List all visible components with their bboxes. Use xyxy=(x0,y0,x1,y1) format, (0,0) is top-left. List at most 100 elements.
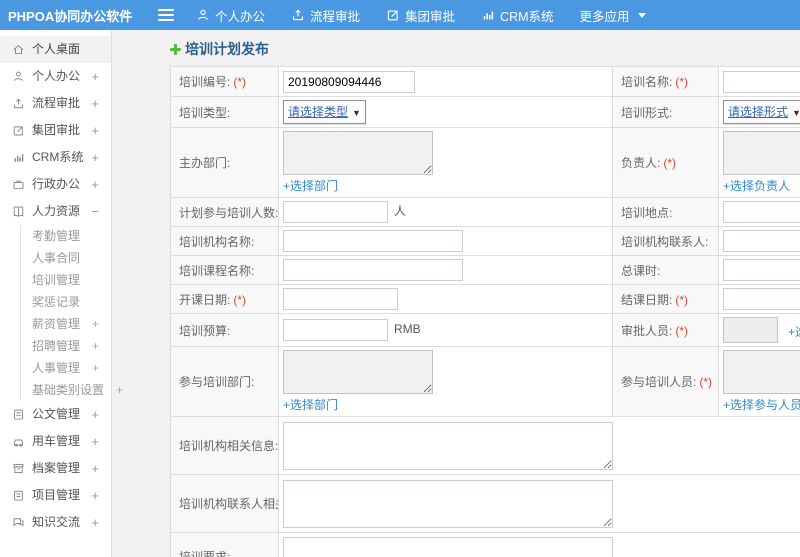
expand-toggle[interactable]: + xyxy=(91,117,99,144)
sidebar-item-personal-office[interactable]: 个人办公 + xyxy=(0,63,111,90)
nav-personal-office[interactable]: 个人办公 xyxy=(196,6,265,25)
clipboard-icon xyxy=(12,489,25,502)
select-leader-link[interactable]: +选择负责人 xyxy=(723,177,790,194)
field-label: 培训机构名称: xyxy=(170,226,279,256)
expand-toggle[interactable]: + xyxy=(91,455,99,482)
sidebar-item-project[interactable]: 项目管理 + xyxy=(0,482,111,509)
upload-icon xyxy=(291,8,305,22)
training-plan-form: 培训编号:(*) 培训名称:(*) 培训类型: 请选择类型▼ 培训形式: 请选择… xyxy=(170,66,800,557)
course-name-input[interactable] xyxy=(283,259,463,281)
org-contact-input[interactable] xyxy=(723,230,800,252)
expand-toggle[interactable]: + xyxy=(91,428,99,455)
top-navigation: 个人办公 流程审批 集团审批 CRM系统 更多应用 xyxy=(196,6,646,25)
field-label: 负责人: (*) xyxy=(612,127,719,198)
expand-toggle[interactable]: + xyxy=(91,144,99,171)
chart-icon xyxy=(12,151,25,164)
select-join-people-link[interactable]: +选择参与人员 xyxy=(723,396,800,413)
sidebar-subitem-recruit[interactable]: 招聘管理 + xyxy=(21,335,111,357)
sidebar-item-archive[interactable]: 档案管理 + xyxy=(0,455,111,482)
field-label: 总课时: xyxy=(612,255,719,285)
field-label: 培训预算: xyxy=(170,313,279,347)
sidebar-item-document[interactable]: 公文管理 + xyxy=(0,401,111,428)
budget-input[interactable] xyxy=(283,319,388,341)
nav-more-apps[interactable]: 更多应用 xyxy=(580,6,646,25)
sidebar-item-knowledge[interactable]: 知识交流 + xyxy=(0,509,111,536)
user-icon xyxy=(196,8,210,22)
expand-toggle[interactable]: + xyxy=(91,509,99,536)
org-contact-info-textarea[interactable] xyxy=(283,479,613,528)
book-icon xyxy=(12,205,25,218)
nav-group-approval[interactable]: 集团审批 xyxy=(386,6,455,25)
end-date-input[interactable] xyxy=(723,288,800,310)
home-icon xyxy=(12,43,25,56)
sidebar-item-group-approval[interactable]: 集团审批 + xyxy=(0,117,111,144)
training-name-input[interactable] xyxy=(723,70,800,93)
select-join-dept-link[interactable]: +选择部门 xyxy=(283,396,338,413)
sidebar-item-hr[interactable]: 人力资源 − xyxy=(0,198,111,225)
sidebar-subitem-attendance[interactable]: 考勤管理 xyxy=(21,225,111,247)
expand-toggle[interactable]: + xyxy=(91,90,99,117)
page-title: 培训计划发布 xyxy=(170,38,800,60)
approver-input[interactable] xyxy=(723,317,778,343)
field-label: 开课日期: (*) xyxy=(170,284,279,314)
start-date-input[interactable] xyxy=(283,288,398,310)
field-label: 培训形式: xyxy=(612,96,719,128)
field-label: 培训要求: xyxy=(170,532,279,557)
field-label: 培训编号: (*) xyxy=(170,66,279,97)
field-label: 主办部门: xyxy=(170,127,279,198)
field-label: 培训类型: xyxy=(170,96,279,128)
field-label: 结课日期: (*) xyxy=(612,284,719,314)
expand-toggle[interactable]: + xyxy=(91,482,99,509)
total-hours-input[interactable] xyxy=(723,259,800,281)
location-input[interactable] xyxy=(723,201,800,223)
sidebar-subitem-salary[interactable]: 薪资管理 + xyxy=(21,313,111,335)
select-dept-link[interactable]: +选择部门 xyxy=(283,177,338,194)
app-logo: PHPOA协同办公软件 xyxy=(8,8,133,24)
main-content: 培训计划发布 培训编号:(*) 培训名称:(*) 培训类型: 请选择类型▼ 培训… xyxy=(112,30,800,557)
requirements-textarea[interactable] xyxy=(283,537,613,557)
expand-toggle[interactable]: + xyxy=(92,339,99,353)
sidebar-subitem-personnel[interactable]: 人事管理 + xyxy=(21,357,111,379)
host-dept-textarea[interactable] xyxy=(283,131,433,175)
nav-workflow-approval[interactable]: 流程审批 xyxy=(291,6,360,25)
sidebar: 个人桌面 个人办公 + 流程审批 + 集团审批 + CRM系统 + 行政办公 + xyxy=(0,30,123,557)
training-no-input[interactable] xyxy=(283,70,415,93)
field-label: 参与培训部门: xyxy=(170,346,279,417)
edit-icon xyxy=(386,8,400,22)
sidebar-subitem-training[interactable]: 培训管理 xyxy=(21,269,111,291)
org-name-input[interactable] xyxy=(283,230,463,252)
top-bar: PHPOA协同办公软件 个人办公 流程审批 集团审批 CRM系统 更多应用 xyxy=(0,0,800,30)
menu-icon[interactable] xyxy=(158,6,174,24)
sidebar-item-workflow-approval[interactable]: 流程审批 + xyxy=(0,90,111,117)
caret-down-icon xyxy=(637,12,646,18)
collapse-toggle[interactable]: − xyxy=(91,198,99,225)
upload-icon xyxy=(12,97,25,110)
field-label: 培训机构联系人相关信息: xyxy=(170,474,279,533)
leader-textarea[interactable] xyxy=(723,131,800,175)
sidebar-subitem-base-category[interactable]: 基础类别设置 + xyxy=(21,379,123,401)
field-label: 培训课程名称: xyxy=(170,255,279,285)
nav-crm[interactable]: CRM系统 xyxy=(481,6,554,25)
chat-icon xyxy=(12,516,25,529)
training-type-select[interactable]: 请选择类型 ▼ xyxy=(283,100,366,124)
sidebar-item-personal-desktop[interactable]: 个人桌面 xyxy=(0,36,111,63)
select-approver-link[interactable]: +选择审批人员 xyxy=(788,323,800,340)
join-depts-textarea[interactable] xyxy=(283,350,433,394)
sidebar-subitem-rewards[interactable]: 奖惩记录 xyxy=(21,291,111,313)
sidebar-item-admin-office[interactable]: 行政办公 + xyxy=(0,171,111,198)
expand-toggle[interactable]: + xyxy=(91,401,99,428)
sidebar-item-crm[interactable]: CRM系统 + xyxy=(0,144,111,171)
field-label: 培训机构联系人: xyxy=(612,226,719,256)
expand-toggle[interactable]: + xyxy=(91,171,99,198)
field-label: 计划参与培训人数:(*) xyxy=(170,197,279,227)
expand-toggle[interactable]: + xyxy=(92,361,99,375)
join-people-textarea[interactable] xyxy=(723,350,800,394)
expand-toggle[interactable]: + xyxy=(91,63,99,90)
org-info-textarea[interactable] xyxy=(283,421,613,470)
expand-toggle[interactable]: + xyxy=(92,317,99,331)
sidebar-item-vehicle[interactable]: 用车管理 + xyxy=(0,428,111,455)
sidebar-subitem-hr-contract[interactable]: 人事合同 xyxy=(21,247,111,269)
planned-count-input[interactable] xyxy=(283,201,388,223)
training-form-select[interactable]: 请选择形式 ▼ xyxy=(723,100,800,124)
field-label: 审批人员: (*) xyxy=(612,313,719,347)
